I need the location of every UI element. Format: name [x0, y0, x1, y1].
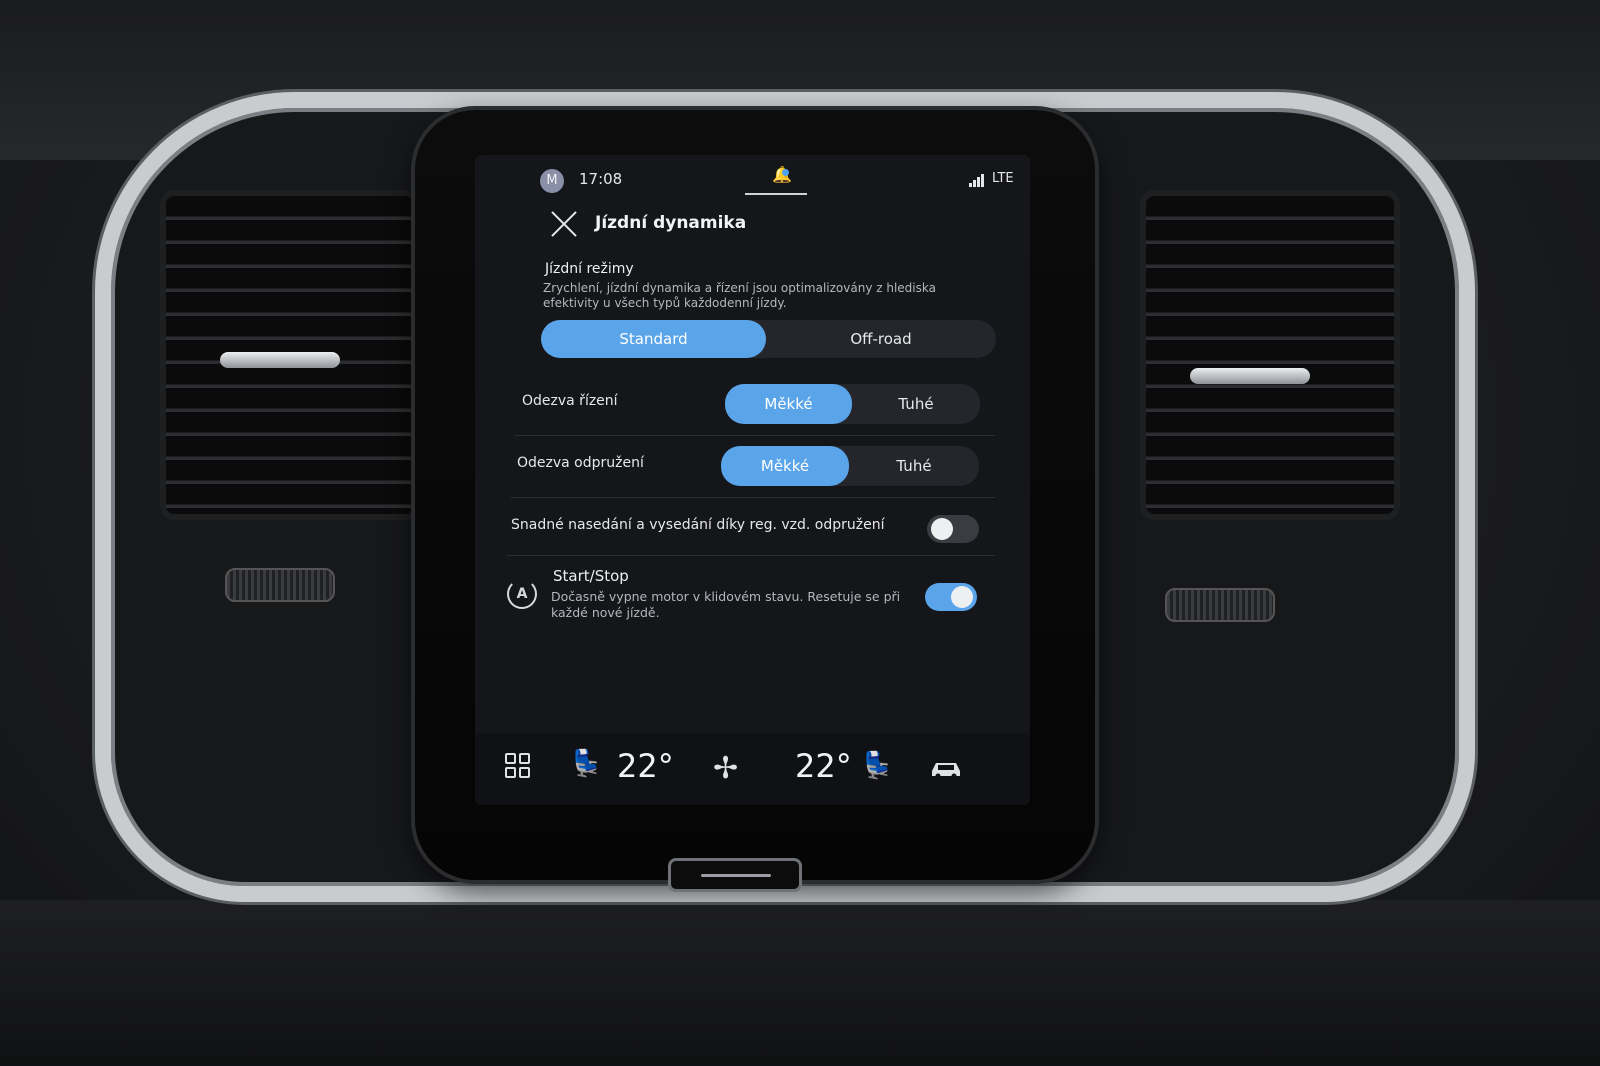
right-vent-tab[interactable] [1190, 368, 1310, 384]
steering-response-selector: Měkké Tuhé [725, 384, 980, 424]
dashboard-lower [0, 900, 1600, 1066]
climate-bar: 💺 22° ✢ 22° 💺 [475, 733, 1030, 805]
drive-modes-title: Jízdní režimy [545, 261, 634, 277]
left-vent-tab[interactable] [220, 352, 340, 368]
status-bar: M 17:08 🔔 LTE [475, 155, 1030, 199]
page-title: Jízdní dynamika [595, 213, 747, 233]
clock: 17:08 [579, 170, 623, 188]
toggle-knob [951, 586, 973, 608]
car-icon[interactable] [929, 759, 963, 779]
passenger-seat-icon[interactable]: 💺 [861, 751, 893, 781]
home-button[interactable] [668, 858, 802, 892]
right-vent-knob[interactable] [1165, 588, 1275, 622]
right-air-vent [1140, 190, 1400, 520]
infotainment-screen: M 17:08 🔔 LTE Jízdní dynamika Jízdní rež… [475, 155, 1030, 805]
steering-firm-button[interactable]: Tuhé [852, 384, 980, 424]
close-icon[interactable] [549, 209, 579, 239]
toggle-knob [931, 518, 953, 540]
suspension-response-selector: Měkké Tuhé [721, 446, 979, 486]
signal-strength-icon [969, 173, 987, 187]
suspension-firm-button[interactable]: Tuhé [849, 446, 979, 486]
driver-temperature[interactable]: 22° [617, 747, 674, 785]
passenger-temperature[interactable]: 22° [795, 747, 852, 785]
easy-entry-label: Snadné nasedání a vysedání díky reg. vzd… [511, 517, 885, 533]
steering-response-label: Odezva řízení [522, 393, 618, 409]
suspension-soft-button[interactable]: Měkké [721, 446, 849, 486]
suspension-response-label: Odezva odpružení [517, 455, 644, 471]
network-type: LTE [992, 171, 1014, 186]
notification-bell-icon[interactable]: 🔔 [770, 165, 794, 189]
start-stop-toggle[interactable] [925, 583, 977, 611]
divider [511, 497, 995, 498]
divider [507, 555, 995, 556]
notification-tab-indicator [745, 193, 807, 195]
start-stop-description: Dočasně vypne motor v klidovém stavu. Re… [551, 589, 901, 620]
profile-avatar[interactable]: M [540, 169, 564, 193]
fan-icon[interactable]: ✢ [713, 751, 738, 786]
drive-modes-description: Zrychlení, jízdní dynamika a řízení jsou… [543, 281, 936, 310]
steering-soft-button[interactable]: Měkké [725, 384, 852, 424]
easy-entry-toggle[interactable] [927, 515, 979, 543]
notification-dot [782, 169, 789, 176]
apps-grid-icon[interactable] [505, 753, 533, 781]
page-header: Jízdní dynamika [475, 205, 1030, 245]
start-stop-title: Start/Stop [553, 567, 629, 585]
drive-mode-offroad-button[interactable]: Off-road [766, 320, 996, 358]
driver-seat-heat-icon[interactable]: 💺 [570, 749, 602, 779]
left-vent-knob[interactable] [225, 568, 335, 602]
drive-mode-standard-button[interactable]: Standard [541, 320, 766, 358]
auto-start-stop-icon: A [507, 579, 537, 609]
divider [515, 435, 995, 436]
drive-mode-selector: Standard Off-road [541, 320, 996, 358]
